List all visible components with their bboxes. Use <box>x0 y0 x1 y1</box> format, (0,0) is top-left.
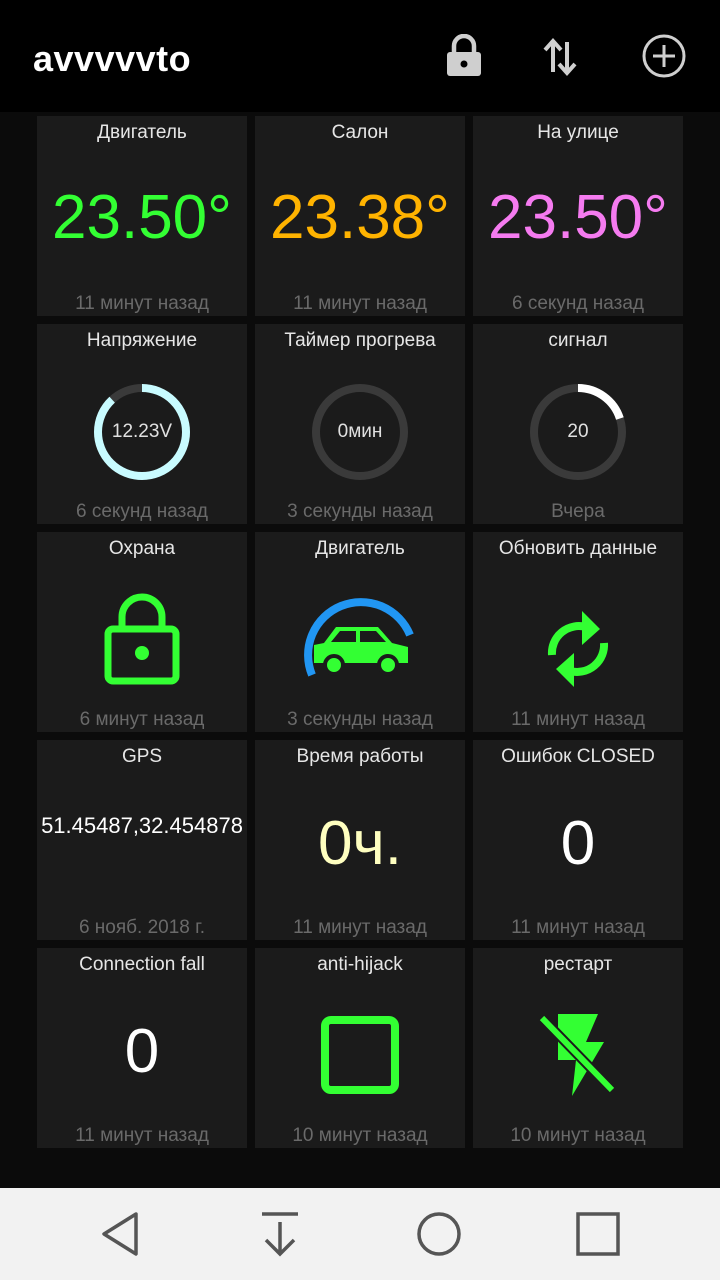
checkbox-square-icon <box>255 1000 465 1110</box>
tile-timestamp: 11 минут назад <box>293 917 427 938</box>
signal-value: 20 <box>567 421 589 442</box>
tile-cabin-temp[interactable]: Салон 23.38° 11 минут назад <box>255 116 465 316</box>
tile-anti-hijack[interactable]: anti-hijack 10 минут назад <box>255 948 465 1148</box>
tile-timestamp: 6 секунд назад <box>75 501 208 522</box>
tile-title: Двигатель <box>97 122 187 143</box>
warmup-timer-value: 0мин <box>337 421 383 442</box>
tile-engine-start[interactable]: Двигатель 3 секунды назад <box>255 532 465 732</box>
tile-security[interactable]: Охрана 6 минут назад <box>37 532 247 732</box>
recents-square-icon[interactable] <box>568 1206 628 1262</box>
tile-title: Салон <box>331 122 389 143</box>
tile-timestamp: 10 минут назад <box>510 1125 646 1146</box>
tile-title: Ошибок CLOSED <box>501 746 655 767</box>
app-bar: avvvvvto <box>0 0 720 112</box>
tile-warmup-timer[interactable]: Таймер прогрева 0мин 3 секунды назад <box>255 324 465 524</box>
tile-title: anti-hijack <box>317 954 403 975</box>
tile-voltage[interactable]: Напряжение 12.23V 6 секунд назад <box>37 324 247 524</box>
tile-signal[interactable]: сигнал 20 Вчера <box>473 324 683 524</box>
tile-timestamp: 11 минут назад <box>511 709 645 730</box>
tile-timestamp: 11 минут назад <box>511 917 645 938</box>
car-engine-icon <box>255 584 465 694</box>
tile-title: Таймер прогрева <box>284 330 436 351</box>
tile-engine-temp[interactable]: Двигатель 23.50° 11 минут назад <box>37 116 247 316</box>
tile-title: Охрана <box>108 538 176 559</box>
tile-timestamp: 3 секунды назад <box>287 709 433 730</box>
tile-title: GPS <box>121 746 163 767</box>
tile-title: Двигатель <box>315 538 405 559</box>
tile-timestamp: 11 минут назад <box>293 293 427 314</box>
tile-title: Обновить данные <box>498 538 658 559</box>
home-circle-icon[interactable] <box>409 1206 469 1262</box>
runtime-value: 0ч. <box>317 809 402 878</box>
tile-timestamp: 11 минут назад <box>75 293 209 314</box>
sort-arrows-icon[interactable] <box>532 28 588 84</box>
tile-outside-temp[interactable]: На улице 23.50° 6 секунд назад <box>473 116 683 316</box>
tile-timestamp: 6 секунд назад <box>511 293 644 314</box>
tile-errors-closed[interactable]: Ошибок CLOSED 0 11 минут назад <box>473 740 683 940</box>
tile-title: Напряжение <box>86 330 198 351</box>
voltage-value: 12.23V <box>111 421 173 442</box>
tile-title: сигнал <box>548 330 608 351</box>
refresh-icon <box>473 594 683 704</box>
tile-gps[interactable]: GPS 51.45487,32.454878 6 нояб. 2018 г. <box>37 740 247 940</box>
tile-title: Время работы <box>296 746 424 767</box>
gps-coordinates: 51.45487,32.454878 <box>41 813 243 838</box>
tile-title: рестарт <box>543 954 613 975</box>
lock-icon[interactable] <box>436 28 492 84</box>
padlock-icon <box>37 584 247 694</box>
tile-restart[interactable]: рестарт 10 минут назад <box>473 948 683 1148</box>
tile-runtime[interactable]: Время работы 0ч. 11 минут назад <box>255 740 465 940</box>
add-circle-icon[interactable] <box>636 28 692 84</box>
back-icon[interactable] <box>90 1206 150 1262</box>
tile-title: На улице <box>537 122 619 143</box>
app-title: avvvvvto <box>33 38 192 79</box>
errors-closed-value: 0 <box>560 809 596 878</box>
cabin-temp-value: 23.38° <box>270 183 450 252</box>
tile-connection-fall[interactable]: Connection fall 0 11 минут назад <box>37 948 247 1148</box>
system-nav-bar <box>0 1188 720 1280</box>
tile-refresh-data[interactable]: Обновить данные 11 минут назад <box>473 532 683 732</box>
tile-timestamp: 6 минут назад <box>79 709 205 730</box>
flash-off-icon <box>473 1000 683 1110</box>
tile-timestamp: 10 минут назад <box>292 1125 428 1146</box>
tile-timestamp: 6 нояб. 2018 г. <box>78 917 206 938</box>
download-arrow-icon[interactable] <box>250 1206 310 1262</box>
tile-timestamp: 3 секунды назад <box>287 501 433 522</box>
tile-timestamp: 11 минут назад <box>75 1125 209 1146</box>
tile-title: Connection fall <box>79 954 205 975</box>
outside-temp-value: 23.50° <box>488 183 668 252</box>
connection-fall-value: 0 <box>124 1017 160 1086</box>
tile-timestamp: Вчера <box>551 501 605 522</box>
engine-temp-value: 23.50° <box>52 183 232 252</box>
